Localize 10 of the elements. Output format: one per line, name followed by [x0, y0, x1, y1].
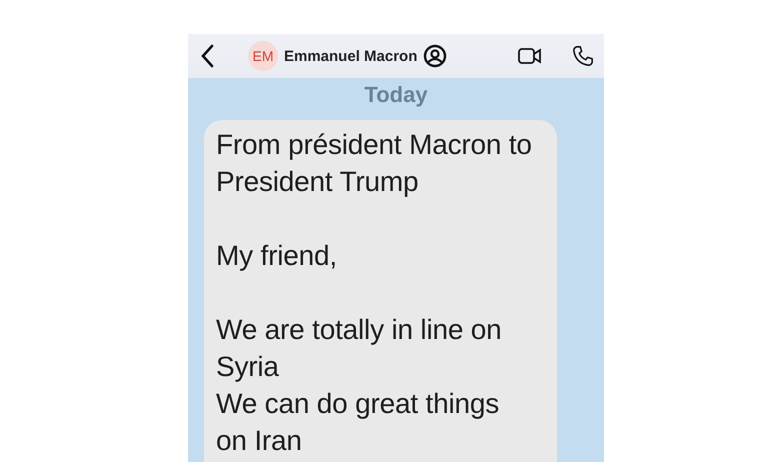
message-text: We can do great things on Iran — [216, 387, 500, 458]
phone-call-button[interactable] — [572, 45, 594, 67]
back-button[interactable] — [200, 44, 214, 68]
message-text: My friend, — [216, 239, 338, 273]
contact-name[interactable]: Emmanuel Macron — [284, 48, 418, 64]
date-label: Today — [363, 82, 429, 108]
message-text: We are totally in line on Syria — [216, 313, 503, 384]
video-call-button[interactable] — [518, 47, 542, 65]
user-circle-icon — [423, 44, 448, 68]
message-text: From président Macron to President Trump — [216, 128, 532, 199]
